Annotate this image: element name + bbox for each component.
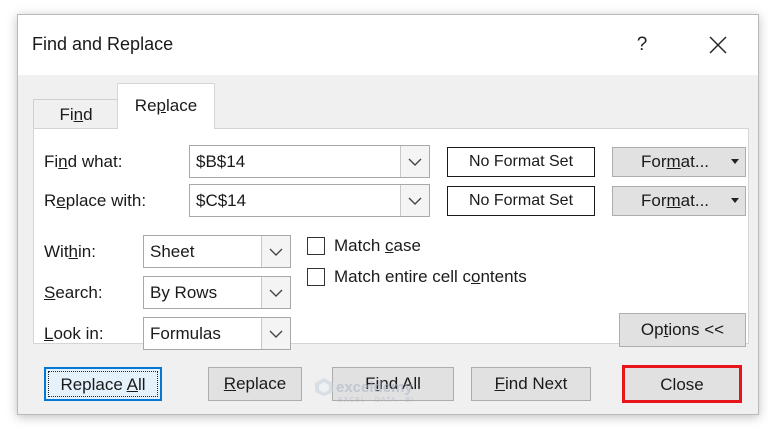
- replace-with-label: Replace with:: [44, 191, 147, 210]
- find-format-button[interactable]: Format...: [612, 147, 746, 177]
- dialog-title: Find and Replace: [32, 34, 174, 54]
- title-bar: Find and Replace ?: [18, 15, 758, 75]
- match-entire-cell-label[interactable]: Match entire cell contents: [334, 267, 527, 287]
- replace-all-button[interactable]: Replace All: [44, 367, 162, 401]
- find-what-input[interactable]: $B$14: [189, 145, 430, 178]
- chevron-down-icon: [269, 289, 283, 297]
- tab-find[interactable]: Find: [33, 99, 119, 129]
- find-format-preview: No Format Set: [447, 147, 595, 177]
- close-window-button[interactable]: [696, 29, 740, 61]
- chevron-down-icon: [269, 248, 283, 256]
- close-button[interactable]: Close: [622, 365, 742, 403]
- chevron-down-icon: [408, 197, 422, 205]
- within-dropdown-button[interactable]: [261, 236, 290, 267]
- search-select[interactable]: By Rows: [143, 276, 291, 309]
- match-case-label[interactable]: Match case: [334, 236, 421, 256]
- find-next-button[interactable]: Find Next: [471, 367, 591, 401]
- dropdown-arrow-icon: [731, 198, 739, 203]
- dropdown-arrow-icon: [731, 159, 739, 164]
- find-all-button[interactable]: Find All: [332, 367, 454, 401]
- find-what-label: Find what:: [44, 152, 123, 171]
- within-select[interactable]: Sheet: [143, 235, 291, 268]
- within-label: Within:: [44, 242, 96, 261]
- search-dropdown-button[interactable]: [261, 277, 290, 308]
- look-in-dropdown-button[interactable]: [261, 318, 290, 349]
- look-in-select[interactable]: Formulas: [143, 317, 291, 350]
- replace-with-dropdown-button[interactable]: [400, 185, 429, 216]
- options-collapse-button[interactable]: Options <<: [619, 313, 746, 347]
- tab-replace[interactable]: Replace: [117, 83, 215, 129]
- chevron-down-icon: [269, 330, 283, 338]
- find-replace-dialog: Find and Replace ? Find Replace Find wha…: [17, 14, 759, 415]
- exceldemy-logo-icon: [315, 378, 333, 396]
- close-icon: [709, 36, 727, 54]
- look-in-label: Look in:: [44, 324, 104, 343]
- search-label: Search:: [44, 283, 103, 302]
- replace-with-input[interactable]: $C$14: [189, 184, 430, 217]
- chevron-down-icon: [408, 158, 422, 166]
- match-entire-cell-checkbox[interactable]: [307, 268, 325, 286]
- replace-button[interactable]: Replace: [208, 367, 302, 401]
- replace-format-button[interactable]: Format...: [612, 186, 746, 216]
- help-button[interactable]: ?: [622, 29, 662, 61]
- replace-tab-panel: Find what: $B$14 No Format Set Format...…: [33, 128, 749, 350]
- replace-format-preview: No Format Set: [447, 186, 595, 216]
- match-case-checkbox[interactable]: [307, 237, 325, 255]
- find-what-dropdown-button[interactable]: [400, 146, 429, 177]
